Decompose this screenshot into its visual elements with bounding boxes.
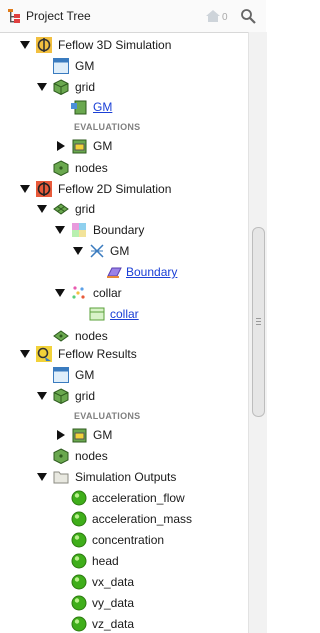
triangle-down-icon[interactable] (37, 82, 47, 92)
tree-node-label: Feflow 2D Simulation (58, 182, 172, 196)
scrollbar-thumb[interactable] (252, 227, 265, 417)
triangle-right-icon[interactable] (56, 430, 66, 440)
tree-node-label: GM (75, 368, 95, 382)
tree-node-label: Feflow 3D Simulation (58, 38, 172, 52)
geological-model-icon (53, 367, 69, 383)
triangle-down-icon[interactable] (55, 225, 65, 235)
panel-title: Project Tree (26, 9, 91, 23)
home-count: 0 (222, 12, 228, 23)
tree-node-label: GM (93, 139, 113, 153)
grid-evaluation-icon (72, 428, 87, 443)
tree-node-label: GM (110, 244, 130, 258)
tree-node-label: grid (75, 202, 96, 216)
tree-node-label: Simulation Outputs (75, 470, 177, 484)
surface-link-icon (107, 267, 122, 278)
green-ball-icon (71, 511, 87, 527)
grid-cube-icon (53, 79, 69, 95)
thumb-grip (256, 318, 261, 319)
green-ball-icon (71, 532, 87, 548)
triangle-down-icon[interactable] (55, 288, 65, 298)
thumb-grip (256, 324, 261, 325)
triangle-down-icon[interactable] (37, 391, 47, 401)
feflow-3d-icon (36, 37, 52, 53)
project-tree-panel: Project Tree 0 Feflow 3D Simulation GM g… (0, 0, 267, 633)
tree-node-label: grid (75, 389, 96, 403)
tree-node-label: nodes (75, 329, 108, 343)
geological-model-icon (53, 58, 69, 74)
nodes-2d-icon (53, 330, 69, 342)
triangle-down-icon[interactable] (20, 40, 30, 50)
triangle-down-icon[interactable] (73, 246, 83, 256)
triangle-down-icon[interactable] (20, 349, 30, 359)
green-ball-icon (71, 490, 87, 506)
nodes-icon (53, 160, 69, 176)
section-evaluations: EVALUATIONS (74, 411, 141, 421)
tree-node-label: vy_data (92, 596, 135, 610)
search-icon[interactable] (240, 8, 256, 24)
tree-node-label: Boundary (93, 223, 145, 237)
feflow-2d-icon (36, 181, 52, 197)
tree-node-label: vz_data (92, 617, 135, 631)
home-icon[interactable] (205, 9, 221, 23)
tree-node-link[interactable]: collar (110, 304, 139, 324)
triangle-down-icon[interactable] (37, 204, 47, 214)
surface-icon (72, 223, 86, 237)
tree-node-label: concentration (92, 533, 165, 547)
grid-cube-icon (53, 388, 69, 404)
tree-node-label: GM (93, 428, 113, 442)
tree-node-link[interactable]: Boundary (126, 262, 177, 282)
folder-icon (53, 471, 69, 484)
green-ball-icon (71, 553, 87, 569)
triangle-right-icon[interactable] (56, 141, 66, 151)
tree-node-label: acceleration_flow (92, 491, 185, 505)
tree-node-label: collar (93, 286, 122, 300)
tree-node-label: Feflow Results (58, 347, 137, 361)
thumb-grip (256, 321, 261, 322)
grid-evaluation-icon (72, 139, 87, 154)
tree-view: Feflow 3D Simulation GM grid GM EVALUATI (0, 32, 248, 633)
tree-node-label: acceleration_mass (92, 512, 193, 526)
panel-header: Project Tree 0 (0, 0, 266, 33)
vertical-scrollbar[interactable] (248, 32, 267, 633)
project-tree-icon (8, 9, 20, 23)
green-ball-icon (71, 574, 87, 590)
green-ball-icon (71, 595, 87, 611)
tree-node-label: nodes (75, 449, 108, 463)
grid-link-icon (71, 100, 87, 115)
tree-node-label: vx_data (92, 575, 135, 589)
tree-node-link[interactable]: GM (93, 97, 112, 117)
green-ball-icon (71, 616, 87, 632)
triangle-down-icon[interactable] (20, 184, 30, 194)
intersection-icon (90, 244, 104, 258)
nodes-icon (53, 448, 69, 464)
tree-node-label: head (92, 554, 119, 568)
feflow-results-icon (36, 346, 52, 362)
tree-node-label: nodes (75, 161, 108, 175)
triangle-down-icon[interactable] (37, 472, 47, 482)
tree-node-label: GM (75, 59, 95, 73)
grid-2d-icon (53, 203, 69, 215)
points-icon (72, 286, 85, 299)
table-link-icon (89, 307, 105, 321)
section-evaluations: EVALUATIONS (74, 122, 141, 132)
tree-node-label: grid (75, 80, 96, 94)
